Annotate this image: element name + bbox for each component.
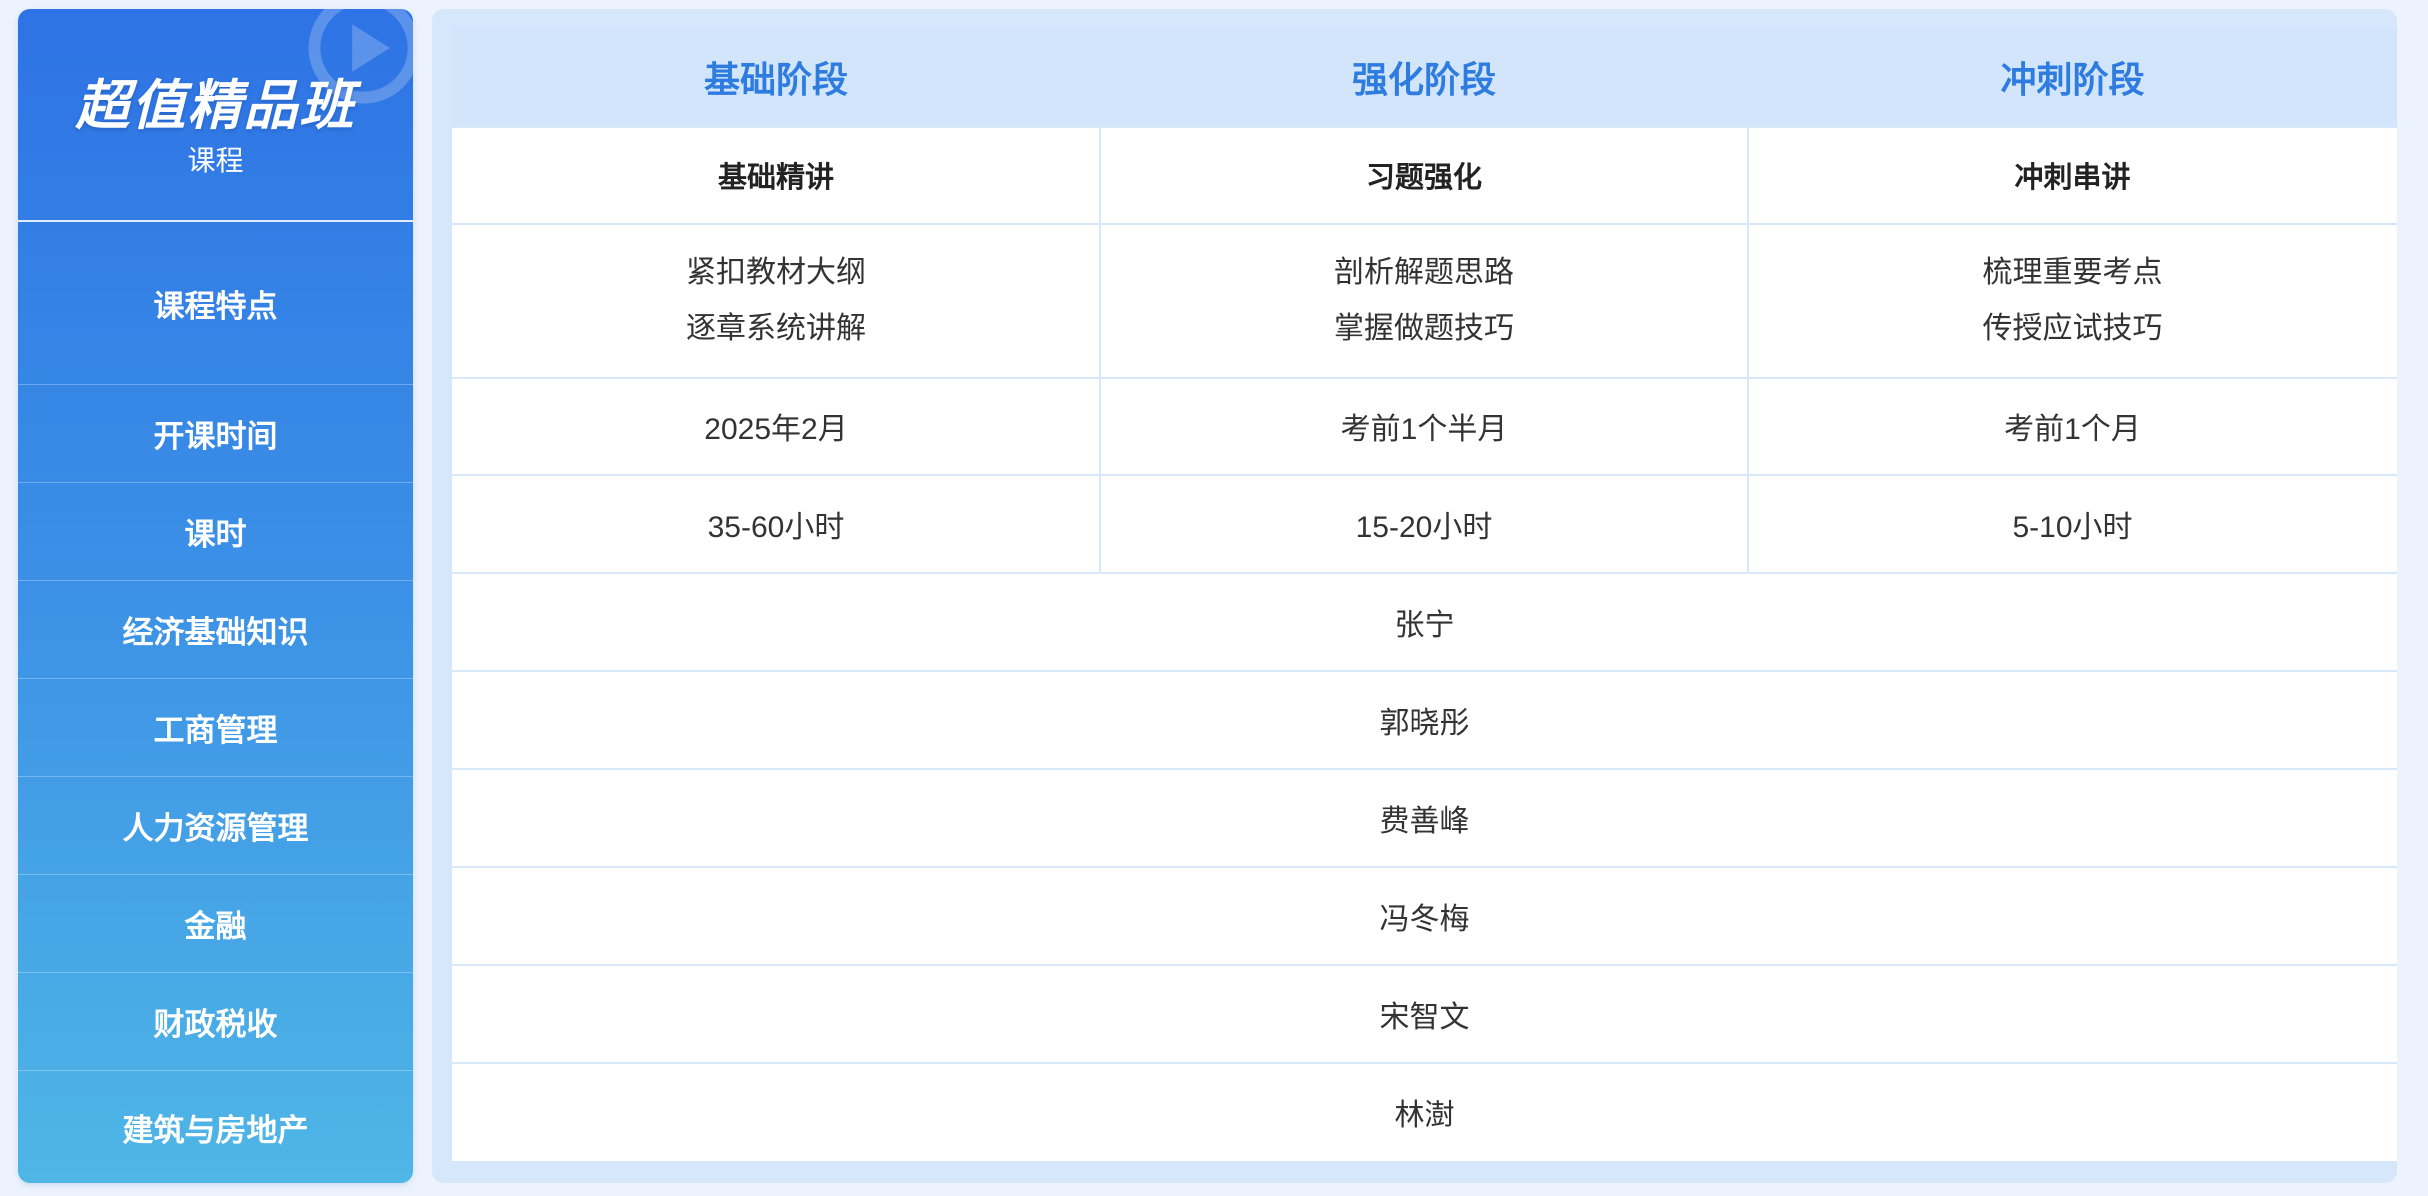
stage-basic-header: 基础阶段 [703, 58, 848, 100]
start-time-cell: 2025年2月 [704, 413, 848, 446]
feature-line: 梳理重要考点 [1982, 255, 2163, 289]
teacher-cell: 张宁 [1394, 608, 1455, 642]
teacher-cell: 冯冬梅 [1379, 902, 1470, 936]
sidebar-row-subject: 金融 [18, 875, 413, 973]
class-title: 超值精品班 [75, 76, 356, 136]
teacher-cell: 宋智文 [1379, 1000, 1470, 1034]
sidebar-row-start-time: 开课时间 [18, 385, 413, 483]
sidebar-row-subject: 人力资源管理 [18, 777, 413, 875]
course-sidebar: 超值精品班 课程 课程特点 开课时间 课时 经济基础知识 工商管理 人力资源管理… [18, 9, 413, 1183]
teacher-cell: 郭晓彤 [1379, 706, 1470, 740]
hours-cell: 15-20小时 [1355, 510, 1493, 544]
stage-sprint-header: 冲刺阶段 [2000, 58, 2145, 100]
feature-line: 紧扣教材大纲 [686, 255, 866, 289]
feature-line: 剖析解题思路 [1334, 255, 1514, 289]
sidebar-row-subject: 财政税收 [18, 973, 413, 1071]
sidebar-row-subject: 经济基础知识 [18, 581, 413, 679]
features-cell: 剖析解题思路 掌握做题技巧 [1100, 224, 1748, 377]
start-time-cell: 考前1个半月 [1340, 413, 1508, 446]
feature-line: 逐章系统讲解 [686, 311, 866, 345]
teacher-cell: 费善峰 [1379, 804, 1470, 838]
sidebar-row-hours: 课时 [18, 483, 413, 581]
feature-line: 传授应试技巧 [1982, 311, 2163, 345]
features-cell: 紧扣教材大纲 逐章系统讲解 [452, 224, 1100, 377]
hours-cell: 5-10小时 [2012, 510, 2133, 544]
start-time-cell: 考前1个月 [2004, 413, 2141, 446]
sidebar-header: 超值精品班 课程 [18, 9, 413, 222]
course-name-cell: 习题强化 [1365, 162, 1482, 194]
course-name-cell: 基础精讲 [717, 162, 834, 194]
course-name-cell: 冲刺串讲 [2014, 162, 2131, 194]
features-cell: 梳理重要考点 传授应试技巧 [1748, 224, 2397, 377]
hours-cell: 35-60小时 [707, 510, 845, 544]
class-subtitle: 课程 [187, 145, 244, 176]
sidebar-row-subject: 建筑与房地产 [122, 1112, 309, 1148]
stage-intensive-header: 强化阶段 [1351, 58, 1496, 100]
sidebar-row-features: 课程特点 [18, 222, 413, 385]
feature-line: 掌握做题技巧 [1334, 311, 1514, 345]
teacher-cell: 林澍 [1394, 1099, 1455, 1132]
sidebar-row-subject: 工商管理 [18, 679, 413, 777]
